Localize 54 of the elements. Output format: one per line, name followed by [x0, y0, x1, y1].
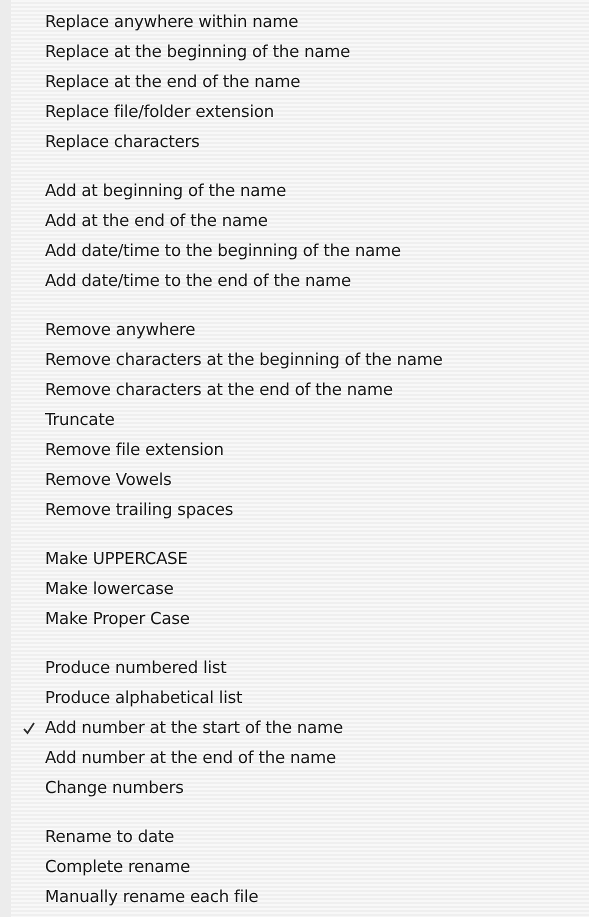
- menu-item-label: Manually rename each file: [45, 886, 258, 908]
- menu-item[interactable]: Make lowercase: [11, 574, 589, 604]
- menu-item-label: Replace anywhere within name: [45, 11, 298, 33]
- menu-item-label: Replace characters: [45, 131, 200, 153]
- menu-item-label: Add number at the end of the name: [45, 747, 336, 769]
- menu-item-label: Add at beginning of the name: [45, 180, 286, 202]
- menu-item[interactable]: Remove anywhere: [11, 315, 589, 345]
- menu-item[interactable]: Make Proper Case: [11, 604, 589, 634]
- menu-item[interactable]: Complete rename: [11, 852, 589, 882]
- menu-item-label: Make UPPERCASE: [45, 548, 188, 570]
- menu-item-label: Remove anywhere: [45, 319, 196, 341]
- menu-item[interactable]: Replace at the end of the name: [11, 67, 589, 97]
- menu-item-label: Replace at the end of the name: [45, 71, 300, 93]
- menu-item[interactable]: Remove Vowels: [11, 465, 589, 495]
- menu-item[interactable]: Remove file extension: [11, 435, 589, 465]
- menu-item[interactable]: Truncate: [11, 405, 589, 435]
- menu-item-label: Make Proper Case: [45, 608, 190, 630]
- menu-item-label: Add date/time to the end of the name: [45, 270, 352, 292]
- menu-item[interactable]: Replace at the beginning of the name: [11, 37, 589, 67]
- menu-item-label: Remove characters at the beginning of the name: [45, 349, 443, 371]
- menu-item-label: Add at the end of the name: [45, 210, 268, 232]
- menu-item[interactable]: Replace file/folder extension: [11, 97, 589, 127]
- menu-item-label: Remove file extension: [45, 439, 224, 461]
- menu-item-label: Complete rename: [45, 856, 190, 878]
- menu-item[interactable]: Manually rename each file: [11, 882, 589, 912]
- menu-item[interactable]: Replace characters: [11, 127, 589, 157]
- menu-item[interactable]: Replace anywhere within name: [11, 7, 589, 37]
- menu-item[interactable]: Add number at the start of the name: [11, 713, 589, 743]
- menu-item-label: Remove characters at the end of the name: [45, 379, 393, 401]
- menu-item[interactable]: Rename to date: [11, 822, 589, 852]
- menu-item-label: Remove trailing spaces: [45, 499, 234, 521]
- menu-item-label: Add number at the start of the name: [45, 717, 343, 739]
- menu-item[interactable]: Add at the end of the name: [11, 206, 589, 236]
- menu-item-label: Truncate: [45, 409, 115, 431]
- menu-item-label: Rename to date: [45, 826, 174, 848]
- menu-item-label: Replace file/folder extension: [45, 101, 274, 123]
- menu-item[interactable]: Remove characters at the end of the name: [11, 375, 589, 405]
- menu-item-label: Replace at the beginning of the name: [45, 41, 350, 63]
- menu-item-label: Add date/time to the beginning of the name: [45, 240, 401, 262]
- menu-item-label: Make lowercase: [45, 578, 174, 600]
- menu-item[interactable]: Add date/time to the end of the name: [11, 266, 589, 296]
- menu-item[interactable]: Remove trailing spaces: [11, 495, 589, 525]
- menu-item[interactable]: Add at beginning of the name: [11, 176, 589, 206]
- menu-item-label: Remove Vowels: [45, 469, 172, 491]
- menu-item[interactable]: Make UPPERCASE: [11, 544, 589, 574]
- menu-item-label: Change numbers: [45, 777, 184, 799]
- menu-item[interactable]: Produce numbered list: [11, 653, 589, 683]
- menu-item[interactable]: Change numbers: [11, 773, 589, 803]
- menu-item-label: Produce alphabetical list: [45, 687, 242, 709]
- menu-item-label: Produce numbered list: [45, 657, 227, 679]
- menu-item[interactable]: Add date/time to the beginning of the name: [11, 236, 589, 266]
- menu-item[interactable]: Produce alphabetical list: [11, 683, 589, 713]
- menu-item[interactable]: Add number at the end of the name: [11, 743, 589, 773]
- menu-item[interactable]: Remove characters at the beginning of the name: [11, 345, 589, 375]
